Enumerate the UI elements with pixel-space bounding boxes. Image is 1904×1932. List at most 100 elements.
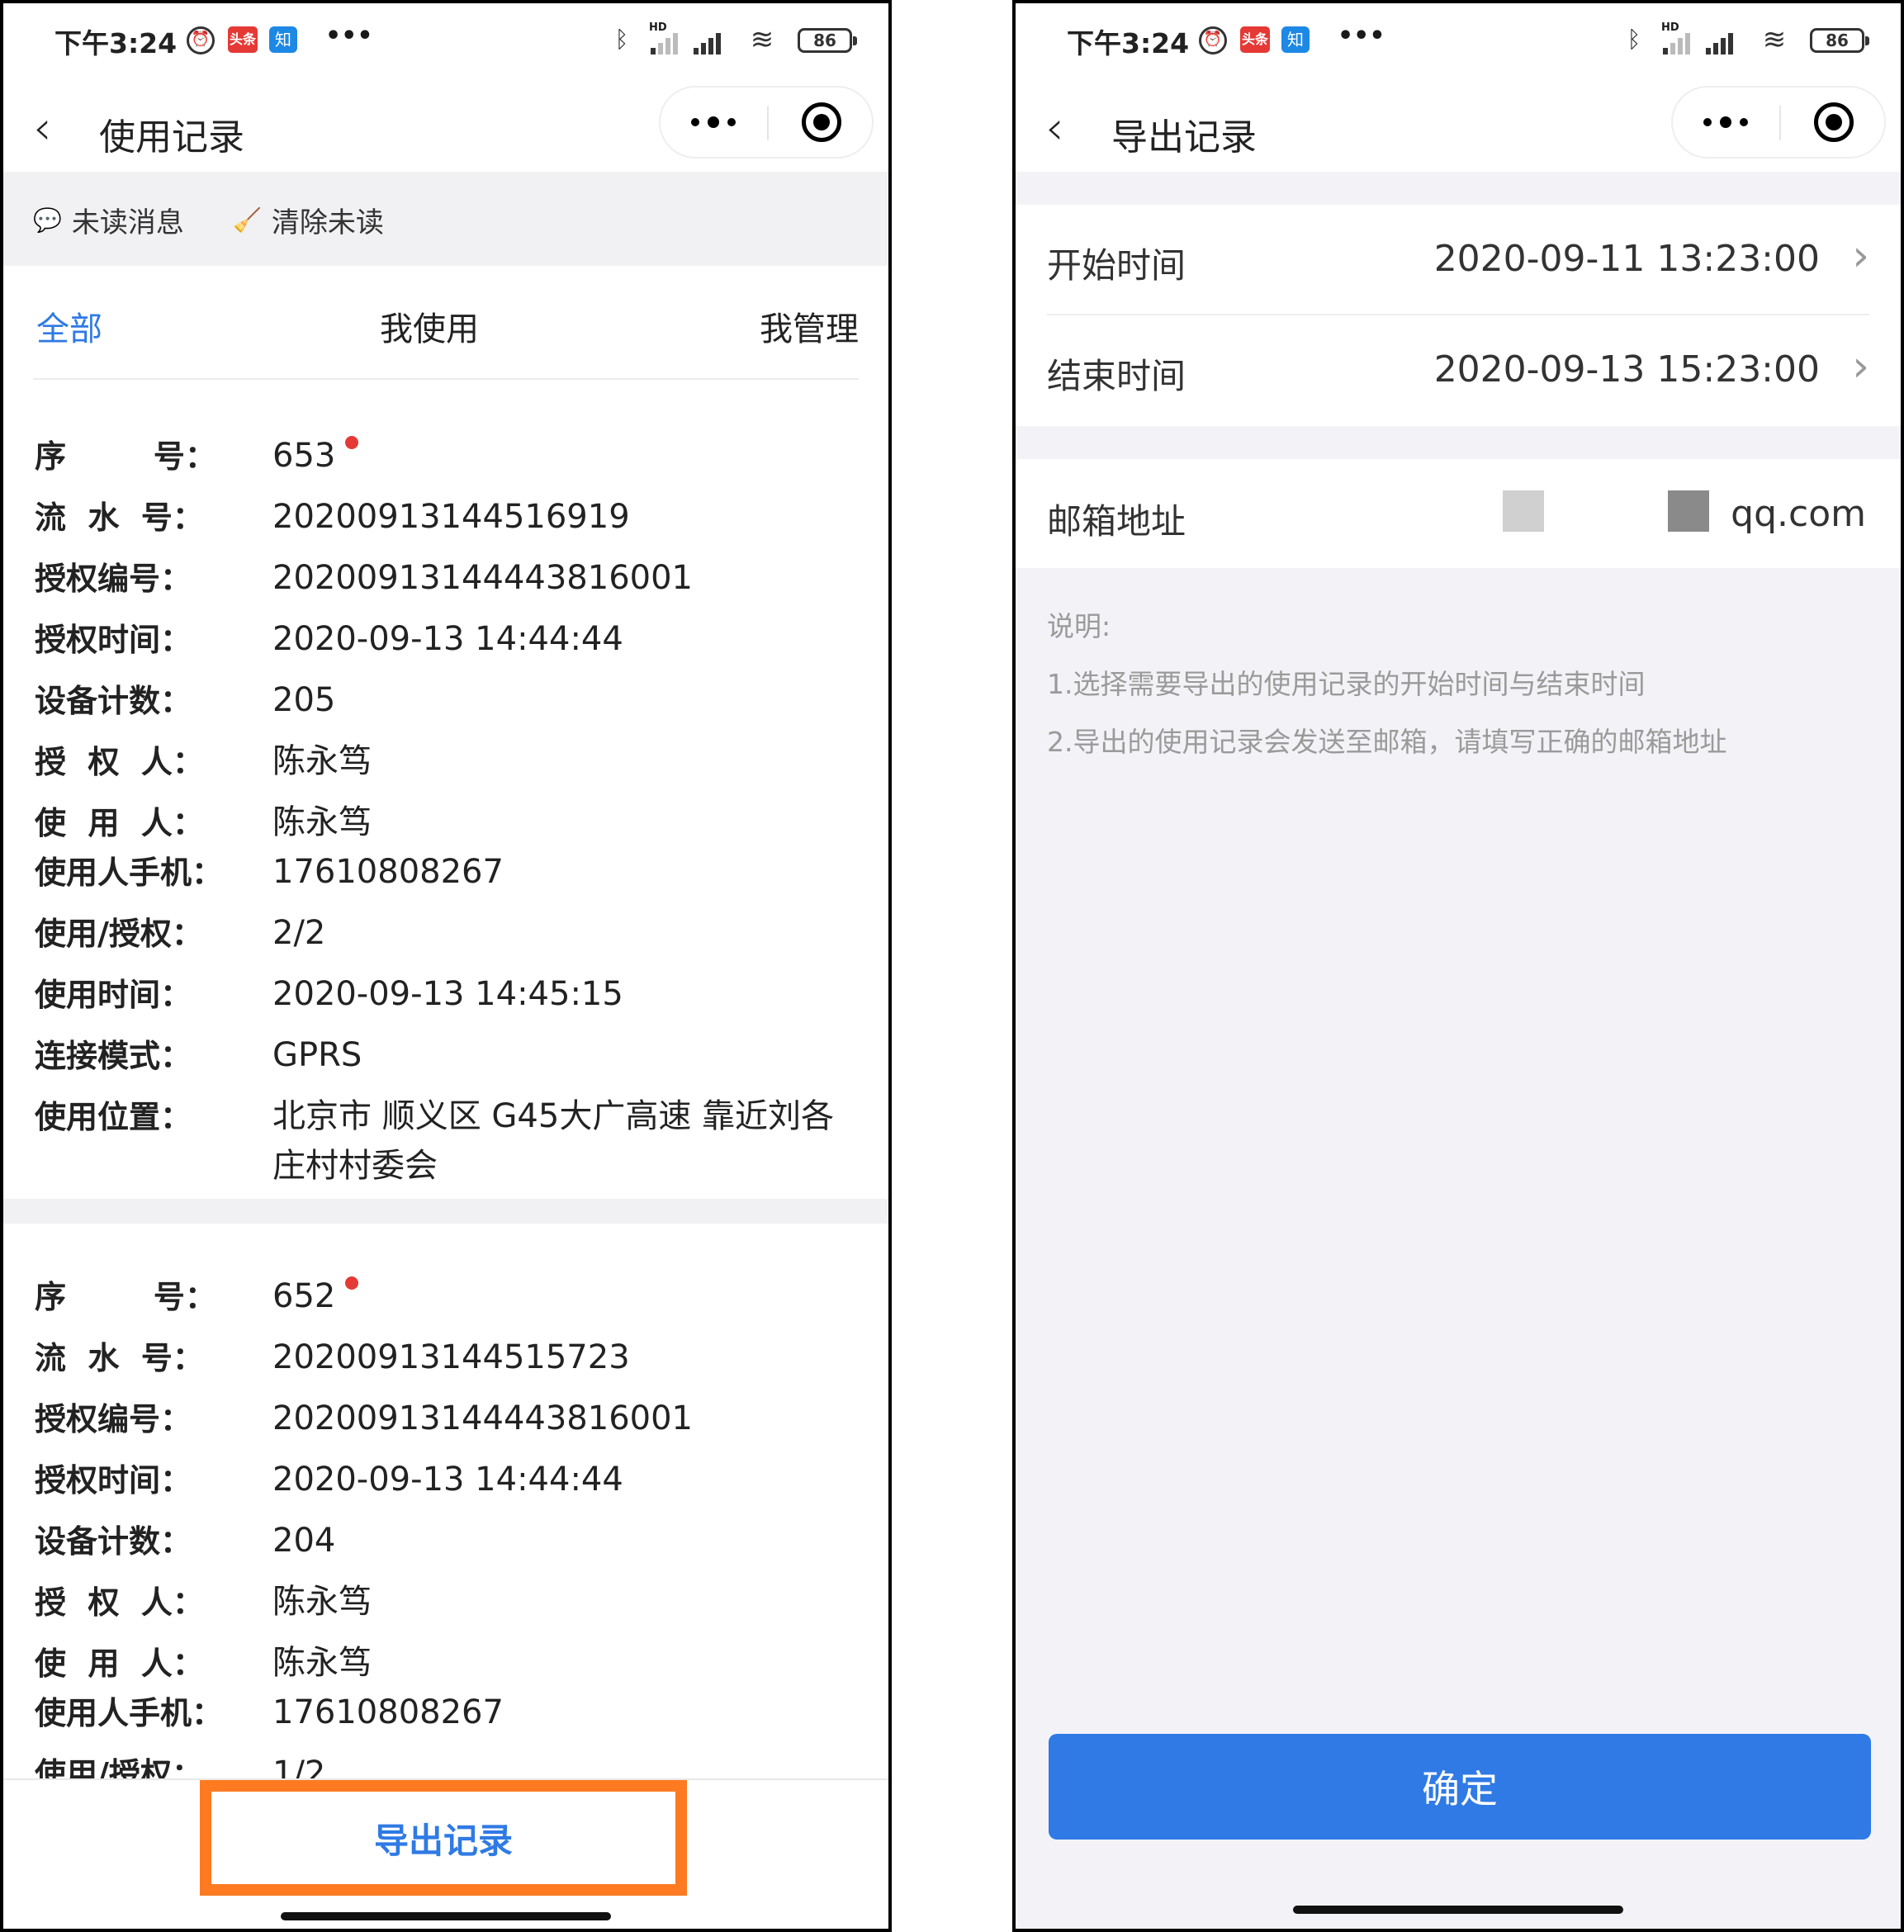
email-field[interactable] (1428, 476, 1866, 552)
field-value: 205 (272, 681, 336, 719)
clear-unread-button[interactable]: 🧹 清除未读 (233, 201, 384, 239)
field-label: 使用/授权： (35, 916, 203, 952)
status-bar: 下午3:24 ⏰ 头条 知 ••• ᛒ HD ≋ 86 (1016, 3, 1901, 86)
field-label: 使用位置： (35, 1099, 192, 1135)
chevron-right-icon: › (1852, 231, 1869, 281)
broom-icon: 🧹 (233, 206, 262, 234)
toutiao-icon: 头条 (228, 26, 258, 53)
usage-records-screen: 下午3:24 ⏰ 头条 知 ••• ᛒ HD ≋ 86 ‹ 使用记录 💬 未读消… (0, 0, 892, 1932)
field-label: 授权编号： (35, 1401, 192, 1437)
clear-unread-label: 清除未读 (271, 206, 384, 239)
more-menu-icon[interactable] (661, 88, 766, 157)
filter-tabs: 全部 我使用 我管理 (3, 266, 888, 381)
status-time: 下午3:24 (54, 27, 178, 59)
status-time: 下午3:24 (1067, 27, 1190, 59)
field-label: 序 号： (35, 1279, 216, 1315)
hd-signal-icon: HD (649, 21, 684, 54)
record-seq: 653 (272, 437, 336, 475)
more-notifications-icon: ••• (325, 21, 373, 50)
hd-signal-icon: HD (1661, 21, 1696, 54)
redaction-mask (1503, 490, 1544, 532)
close-target-icon[interactable] (1814, 102, 1854, 142)
field-value: 陈永笃 (272, 1583, 372, 1621)
record-seq: 652 (272, 1277, 336, 1315)
field-value: 20200913144516919 (272, 498, 630, 536)
battery-icon: 86 (1810, 28, 1869, 53)
field-value: GPRS (272, 1036, 362, 1074)
miniprogram-capsule (659, 86, 874, 159)
battery-icon: 86 (798, 28, 857, 53)
signal-icon (692, 26, 727, 54)
tab-my-manage[interactable]: 我管理 (760, 302, 859, 350)
unread-messages-label: 未读消息 (71, 206, 184, 239)
field-label: 流 水 号： (35, 500, 204, 536)
redaction-mask (1668, 490, 1709, 532)
field-value: 陈永笃 (272, 742, 372, 780)
field-value: 17610808267 (272, 1693, 504, 1731)
instruction-line: 2.导出的使用记录会发送至邮箱，请填写正确的邮箱地址 (1047, 726, 1727, 758)
field-value: 2/2 (272, 914, 326, 952)
record-card[interactable]: 序 号： 652 流 水 号： 20200913144515723 授权编号： 202… (3, 1224, 888, 1778)
unread-dot (345, 1276, 359, 1290)
start-time-picker[interactable]: 开始时间 2020-09-11 13:23:00 › (1047, 205, 1869, 315)
field-label: 设备计数： (35, 1523, 192, 1560)
end-time-value: 2020-09-13 15:23:00 (1433, 348, 1820, 391)
more-notifications-icon: ••• (1338, 21, 1385, 50)
page-title: 导出记录 (1111, 116, 1257, 159)
nav-bar: ‹ 使用记录 (3, 86, 888, 172)
capsule-divider (767, 106, 769, 140)
field-label: 使 用 人： (35, 1646, 204, 1682)
tabs-divider (33, 378, 859, 380)
field-value: 17610808267 (272, 853, 504, 891)
field-label: 使用人手机： (35, 855, 224, 891)
confirm-button[interactable]: 确定 (1049, 1734, 1871, 1840)
back-chevron-icon[interactable]: ‹ (1045, 102, 1063, 155)
toutiao-icon: 头条 (1240, 26, 1270, 53)
email-label: 邮箱地址 (1047, 501, 1186, 542)
wifi-icon: ≋ (750, 23, 774, 56)
tab-all[interactable]: 全部 (36, 302, 102, 350)
field-label: 使用人手机： (35, 1695, 224, 1731)
field-label: 序 号： (35, 438, 216, 475)
field-label: 使 用 人： (35, 805, 204, 841)
records-list[interactable]: 序 号： 653 流 水 号： 20200913144516919 授权编号： 202… (3, 383, 888, 1778)
status-bar: 下午3:24 ⏰ 头条 知 ••• ᛒ HD ≋ 86 (3, 3, 888, 86)
field-value: 20200913144443816001 (272, 1399, 693, 1437)
alarm-icon: ⏰ (187, 26, 215, 54)
field-label: 授权编号： (35, 561, 192, 597)
miniprogram-capsule (1671, 86, 1886, 159)
field-label: 授 权 人： (35, 1584, 204, 1621)
field-value: 2020-09-13 14:45:15 (272, 975, 623, 1013)
field-label: 连接模式： (35, 1038, 192, 1074)
zhihu-icon: 知 (1281, 26, 1310, 53)
field-label: 授权时间： (35, 1462, 192, 1499)
email-form: 邮箱地址 (1016, 459, 1901, 568)
end-time-picker[interactable]: 结束时间 2020-09-13 15:23:00 › (1047, 315, 1869, 426)
field-value: 20200913144515723 (272, 1338, 630, 1376)
instructions-title: 说明: (1047, 610, 1111, 642)
wifi-icon: ≋ (1762, 23, 1787, 56)
alarm-icon: ⏰ (1199, 26, 1227, 54)
section-gap (1016, 172, 1901, 205)
close-target-icon[interactable] (802, 102, 841, 142)
home-indicator (1293, 1906, 1623, 1914)
export-records-button[interactable]: 导出记录 (200, 1780, 687, 1896)
unread-dot (345, 436, 359, 449)
zhihu-icon: 知 (269, 26, 297, 53)
record-card[interactable]: 序 号： 653 流 水 号： 20200913144516919 授权编号： 202… (3, 383, 888, 1199)
unread-messages-button[interactable]: 💬 未读消息 (33, 201, 184, 239)
field-label: 授 权 人： (35, 744, 204, 780)
capsule-divider (1779, 106, 1781, 140)
message-toolbar: 💬 未读消息 🧹 清除未读 (3, 172, 888, 266)
field-value: 204 (272, 1522, 336, 1560)
nav-bar: ‹ 导出记录 (1016, 86, 1901, 172)
instructions: 说明: 1.选择需要导出的使用记录的开始时间与结束时间 2.导出的使用记录会发送… (1047, 598, 1727, 771)
tab-my-use[interactable]: 我使用 (380, 302, 479, 350)
page-title: 使用记录 (99, 116, 244, 159)
back-chevron-icon[interactable]: ‹ (33, 102, 51, 155)
more-menu-icon[interactable] (1673, 88, 1778, 157)
home-indicator (281, 1912, 611, 1920)
export-records-screen: 下午3:24 ⏰ 头条 知 ••• ᛒ HD ≋ 86 ‹ 导出记录 开始时间 … (1012, 0, 1904, 1932)
field-value: 1/2 (272, 1754, 326, 1778)
field-label: 授权时间： (35, 622, 192, 658)
